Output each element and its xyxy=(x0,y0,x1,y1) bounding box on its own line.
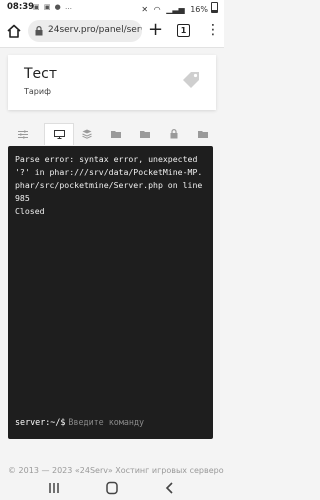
folder-icon xyxy=(140,131,150,138)
tab-access[interactable] xyxy=(159,123,189,145)
tag-icon xyxy=(183,72,199,88)
console-panel: Parse error: syntax error, unexpected '?… xyxy=(8,146,213,439)
new-tab-button[interactable]: + xyxy=(148,20,163,40)
address-bar[interactable]: 24serv.pro/panel/server/... xyxy=(28,20,142,42)
monitor-icon xyxy=(53,130,65,139)
status-right: ✕ ◠ ▁▃▅ 16% xyxy=(138,2,218,14)
tab-files[interactable] xyxy=(101,123,131,145)
lock-icon xyxy=(35,26,43,36)
notification-icons: ▣ ▣ ● … xyxy=(33,3,74,11)
tab-backups[interactable] xyxy=(130,123,160,145)
battery-icon xyxy=(211,2,218,13)
wifi-icon: ◠ xyxy=(153,5,161,14)
layers-icon xyxy=(82,129,92,139)
url-text: 24serv.pro/panel/server/... xyxy=(48,25,142,35)
recent-apps-icon[interactable] xyxy=(46,481,62,495)
console-prompt: server:~/$ xyxy=(15,417,66,427)
console-output: Parse error: syntax error, unexpected '?… xyxy=(15,154,203,216)
folder-icon xyxy=(111,131,121,138)
mute-icon: ✕ xyxy=(141,5,149,14)
back-icon[interactable] xyxy=(162,481,178,495)
tab-settings[interactable] xyxy=(8,123,38,145)
battery-percent: 16% xyxy=(190,5,208,14)
tab-plugins[interactable] xyxy=(72,123,102,145)
sliders-icon xyxy=(18,130,28,138)
server-plan: Тариф xyxy=(24,87,51,96)
home-icon[interactable] xyxy=(6,23,22,39)
home-nav-icon[interactable] xyxy=(104,481,120,495)
tab-switcher-button[interactable]: 1 xyxy=(177,24,190,37)
footer-copyright: © 2013 — 2023 «24Serv» Хостинг игровых с… xyxy=(8,466,224,475)
server-tabs xyxy=(8,123,216,145)
signal-icon: ▁▃▅ xyxy=(166,5,185,14)
status-bar: 08:39 ▣ ▣ ● … ✕ ◠ ▁▃▅ 16% xyxy=(0,0,224,15)
browser-toolbar: 24serv.pro/panel/server/... + 1 ⋮ xyxy=(0,15,224,48)
command-input[interactable] xyxy=(68,417,189,427)
status-time: 08:39 xyxy=(7,2,35,12)
menu-icon[interactable]: ⋮ xyxy=(206,21,220,39)
console-input-row: server:~/$ xyxy=(15,415,207,429)
tab-more[interactable] xyxy=(188,123,218,145)
system-nav-bar xyxy=(0,476,224,500)
server-name: Тест xyxy=(24,66,58,82)
folder-icon xyxy=(198,131,208,138)
tab-console[interactable] xyxy=(44,123,74,145)
server-card: Тест Тариф xyxy=(8,55,216,110)
lock-icon xyxy=(170,129,178,139)
